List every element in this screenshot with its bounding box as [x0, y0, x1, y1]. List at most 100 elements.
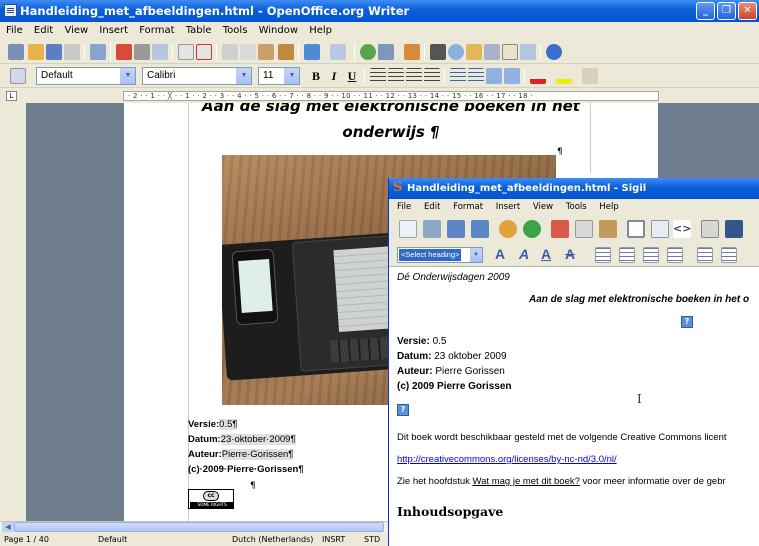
draw-functions-icon[interactable] [404, 44, 420, 60]
book-view-icon[interactable] [627, 220, 645, 238]
minimize-button[interactable]: _ [696, 2, 715, 20]
save-icon[interactable] [447, 220, 465, 238]
align-left-icon[interactable] [370, 68, 386, 84]
paragraph-style-combo[interactable]: Default ▼ [36, 67, 136, 85]
redo-icon[interactable] [330, 44, 346, 60]
decrease-indent-icon[interactable] [486, 68, 502, 84]
justify-icon[interactable] [667, 247, 683, 263]
redo-icon[interactable] [523, 220, 541, 238]
align-right-icon[interactable] [643, 247, 659, 263]
new-file-icon[interactable] [399, 220, 417, 238]
sigil-menu-format[interactable]: Format [448, 199, 488, 215]
highlighting-icon[interactable] [556, 68, 572, 84]
chevron-down-icon[interactable]: ▼ [470, 248, 482, 262]
navigator-icon[interactable] [448, 44, 464, 60]
italic-a-icon[interactable]: A [519, 246, 529, 262]
menu-insert[interactable]: Insert [95, 22, 132, 40]
gallery-icon[interactable] [466, 44, 482, 60]
nonprinting-characters-icon[interactable] [502, 44, 518, 60]
menu-tools[interactable]: Tools [219, 22, 252, 40]
sigil-menu-file[interactable]: File [389, 199, 416, 215]
underline-a-icon[interactable]: A [541, 246, 551, 262]
styles-formatting-icon[interactable] [10, 68, 26, 84]
sigil-menu-tools[interactable]: Tools [561, 199, 592, 215]
new-document-icon[interactable] [8, 44, 24, 60]
menu-view[interactable]: View [60, 22, 92, 40]
hyperlink-icon[interactable] [360, 44, 376, 60]
align-center-icon[interactable] [619, 247, 635, 263]
spellcheck-icon[interactable] [701, 220, 719, 238]
table-icon[interactable] [378, 44, 394, 60]
sigil-menu-view[interactable]: View [528, 199, 558, 215]
creative-commons-badge[interactable]: cc SOME RIGHTS RESERVED [188, 489, 234, 515]
open-folder-icon[interactable] [28, 44, 44, 60]
numbering-icon[interactable] [450, 68, 466, 84]
chevron-down-icon[interactable]: ▼ [120, 68, 135, 84]
restore-button[interactable]: ❐ [717, 2, 736, 20]
open-icon[interactable] [423, 220, 441, 238]
menu-table[interactable]: Table [182, 22, 216, 40]
edit-file-icon[interactable] [90, 44, 106, 60]
bullet-list-icon[interactable] [697, 247, 713, 263]
writer-app-icon[interactable] [4, 4, 17, 17]
export-pdf-icon[interactable] [116, 44, 132, 60]
menu-file[interactable]: File [0, 22, 27, 40]
copy-icon[interactable] [240, 44, 256, 60]
bold-a-icon[interactable]: A [495, 246, 505, 262]
data-sources-icon[interactable] [484, 44, 500, 60]
writer-title-bar[interactable]: Handleiding_met_afbeeldingen.html - Open… [0, 0, 759, 22]
sigil-book-view[interactable]: Dé Onderwijsdagen 2009 Aan de slag met e… [389, 268, 759, 546]
chevron-down-icon[interactable]: ▼ [284, 68, 299, 84]
sigil-menu-edit[interactable]: Edit [419, 199, 445, 215]
undo-icon[interactable] [499, 220, 517, 238]
menu-window[interactable]: Window [255, 22, 302, 40]
menu-edit[interactable]: Edit [30, 22, 57, 40]
save-as-icon[interactable] [471, 220, 489, 238]
increase-indent-icon[interactable] [504, 68, 520, 84]
cut-icon[interactable] [551, 220, 569, 238]
italic-button[interactable]: I [326, 68, 342, 84]
status-selection-mode[interactable]: STD [364, 534, 380, 546]
autospellcheck-icon[interactable] [196, 44, 212, 60]
align-left-icon[interactable] [595, 247, 611, 263]
code-view-icon[interactable]: <> [673, 220, 691, 238]
print-icon[interactable] [134, 44, 150, 60]
horizontal-ruler[interactable]: L · 2 · · 1 · · ╳ · · 1 · · 2 · · 3 · · … [0, 89, 759, 103]
email-icon[interactable] [64, 44, 80, 60]
close-button[interactable]: ✕ [738, 2, 757, 20]
metadata-icon[interactable] [725, 220, 743, 238]
sigil-menu-insert[interactable]: Insert [491, 199, 525, 215]
bullets-icon[interactable] [468, 68, 484, 84]
strikethrough-a-icon[interactable]: A [565, 246, 575, 262]
copy-icon[interactable] [575, 220, 593, 238]
save-icon[interactable] [46, 44, 62, 60]
paste-icon[interactable] [258, 44, 274, 60]
align-center-icon[interactable] [388, 68, 404, 84]
menu-format[interactable]: Format [135, 22, 178, 40]
scroll-left-icon[interactable]: ◀ [2, 522, 14, 532]
image-placeholder-icon[interactable]: ? [681, 316, 693, 328]
font-color-icon[interactable] [530, 68, 546, 84]
cut-icon[interactable] [222, 44, 238, 60]
help-icon[interactable] [546, 44, 562, 60]
find-replace-icon[interactable] [430, 44, 446, 60]
align-right-icon[interactable] [406, 68, 422, 84]
bold-button[interactable]: B [308, 68, 324, 84]
status-insert-mode[interactable]: INSRT [322, 534, 345, 546]
spellcheck-icon[interactable] [178, 44, 194, 60]
page-preview-icon[interactable] [152, 44, 168, 60]
justify-icon[interactable] [424, 68, 440, 84]
format-paintbrush-icon[interactable] [278, 44, 294, 60]
sigil-menu-help[interactable]: Help [594, 199, 623, 215]
font-name-combo[interactable]: Calibri ▼ [142, 67, 252, 85]
sigil-title-bar[interactable]: S Handleiding_met_afbeeldingen.html - Si… [389, 178, 759, 199]
heading-select-combo[interactable]: <Select heading> ▼ [397, 247, 483, 263]
background-color-icon[interactable] [582, 68, 598, 84]
paste-icon[interactable] [599, 220, 617, 238]
sigil-cc-link[interactable]: http://creativecommons.org/licenses/by-n… [397, 454, 617, 465]
underline-button[interactable]: U [344, 68, 360, 84]
image-placeholder-icon[interactable]: ? [397, 404, 409, 416]
numbered-list-icon[interactable] [721, 247, 737, 263]
font-size-combo[interactable]: 11 ▼ [258, 67, 300, 85]
chevron-down-icon[interactable]: ▼ [236, 68, 251, 84]
